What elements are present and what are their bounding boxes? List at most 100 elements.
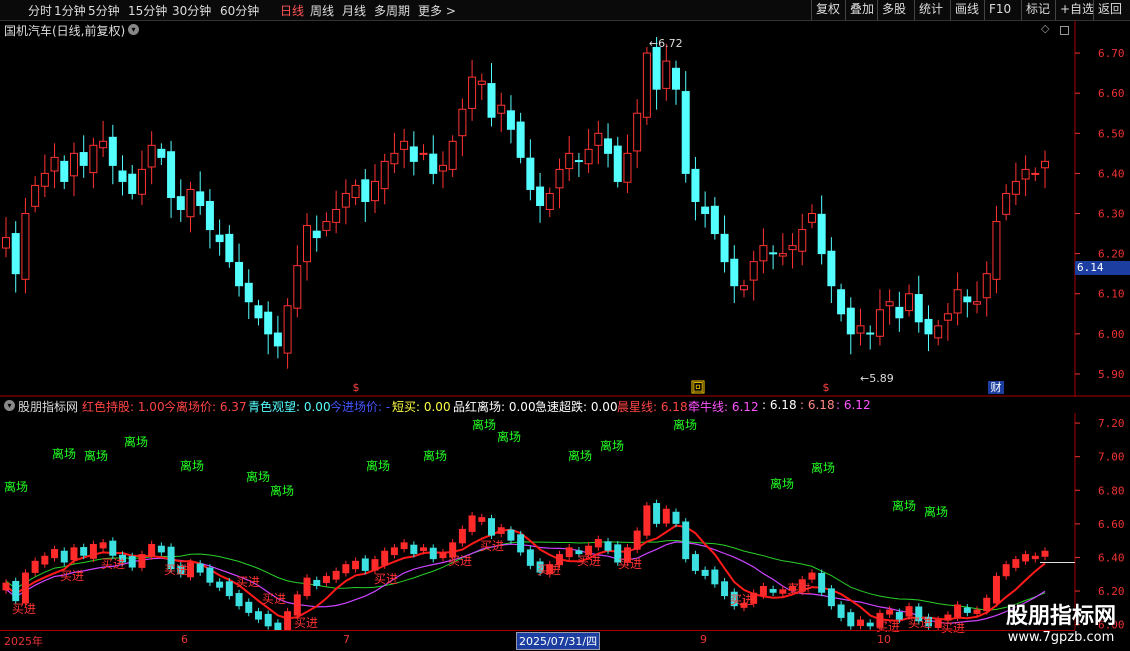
signal-buy: 买进 xyxy=(480,539,505,553)
candle-body xyxy=(371,559,379,571)
candle-body xyxy=(370,180,379,202)
signal-buy: 买进 xyxy=(236,575,261,589)
candle-body xyxy=(817,213,826,255)
candle-body xyxy=(516,121,525,158)
candle-body xyxy=(555,168,564,189)
candle-body xyxy=(623,152,632,183)
period-tab[interactable]: 分时 xyxy=(28,2,52,19)
toolbar-button[interactable]: 标记 xyxy=(1021,0,1054,20)
selected-date[interactable]: 2025/07/31/四 xyxy=(516,632,601,650)
axis-label: 6.20 xyxy=(1098,585,1125,598)
chevron-down-icon[interactable]: ▾ xyxy=(4,400,15,411)
indicator-chart[interactable]: 7.207.006.806.606.406.206.00 xyxy=(0,413,1130,630)
period-tab[interactable]: 周线 xyxy=(310,2,334,19)
signal-buy: 买进 xyxy=(787,582,812,596)
candle-body xyxy=(225,581,233,597)
signal-buy: 买进 xyxy=(164,563,189,577)
candle-body xyxy=(41,555,49,565)
toolbar-button[interactable]: 统计 xyxy=(914,0,947,20)
candle-body xyxy=(1002,192,1011,215)
candle-body xyxy=(342,564,350,574)
period-tab[interactable]: 60分钟 xyxy=(220,2,259,19)
candle-body xyxy=(380,160,389,190)
period-toolbar: 分时 1分钟 5分钟 15分钟 30分钟 60分钟 日线 周线 月线 多周期 更多 > 复权 叠加 多股… xyxy=(0,0,1130,21)
signal-leave: 离场 xyxy=(246,470,271,484)
axis-label: 7.00 xyxy=(1098,451,1125,464)
candle-body xyxy=(60,550,68,563)
period-tab[interactable]: 15分钟 xyxy=(128,2,167,19)
axis-label: 6.10 xyxy=(1098,288,1125,301)
axis-label: 6.40 xyxy=(1098,167,1125,180)
indicator-value: : 6.18 xyxy=(800,398,835,412)
period-tab[interactable]: 日线 xyxy=(280,2,304,19)
date-label: 6 xyxy=(181,633,188,646)
candle-body xyxy=(487,83,496,118)
candle-body xyxy=(1031,172,1040,175)
candle-body xyxy=(963,296,972,303)
candle-body xyxy=(50,156,59,172)
high-marker: ←6.72 xyxy=(649,37,683,50)
toolbar-button[interactable]: F10 xyxy=(984,0,1015,20)
toolbar-button[interactable]: 复权 xyxy=(811,0,844,20)
signal-leave: 离场 xyxy=(84,449,109,463)
candle-body xyxy=(1031,555,1039,560)
candle-body xyxy=(653,503,661,524)
candle-body xyxy=(604,138,613,154)
candle-body xyxy=(604,541,612,551)
candle-body xyxy=(196,563,204,573)
candle-body xyxy=(914,294,923,323)
signal-buy: 买进 xyxy=(374,572,399,586)
candle-body xyxy=(992,221,1001,280)
period-tab[interactable]: 5分钟 xyxy=(88,2,120,19)
candle-body xyxy=(710,205,719,235)
candle-body xyxy=(341,192,350,208)
indicator-value: : 6.18 xyxy=(762,398,797,412)
period-tab[interactable]: 更多 > xyxy=(418,2,456,19)
toolbar-button[interactable]: 多股 xyxy=(877,0,910,20)
toolbar-button[interactable]: +自选 xyxy=(1055,0,1098,20)
indicator-value: : 6.12 xyxy=(836,398,871,412)
candle-body xyxy=(633,112,642,152)
event-marker: $ xyxy=(353,381,360,394)
signal-buy: 买进 xyxy=(618,557,643,571)
candle-body xyxy=(283,305,292,354)
candle-body xyxy=(235,261,244,287)
candle-body xyxy=(468,515,476,532)
toolbar-button[interactable]: 画线 xyxy=(950,0,983,20)
candlestick-chart[interactable]: 6.70 6.60 6.50 6.40 6.30 6.20 6.10 6.00 5.90 ←6.7… xyxy=(0,21,1130,397)
candle-body xyxy=(1011,180,1020,195)
period-tab[interactable]: 月线 xyxy=(342,2,366,19)
date-axis: 2025年 6 7 2025/07/31/四 9 10 xyxy=(0,630,1075,651)
candle-body xyxy=(827,588,835,607)
candle-body xyxy=(477,80,486,85)
signal-buy: 买进 xyxy=(101,557,126,571)
signal-buy: 买进 xyxy=(294,616,319,630)
period-tab[interactable]: 1分钟 xyxy=(54,2,86,19)
low-marker: ←5.89 xyxy=(860,372,894,385)
candle-body xyxy=(536,186,545,206)
candle-body xyxy=(779,589,787,594)
signal-leave: 离场 xyxy=(568,449,593,463)
period-tab[interactable]: 多周期 xyxy=(374,2,410,19)
candle-body xyxy=(526,549,534,566)
candle-body xyxy=(79,152,88,166)
candle-body xyxy=(138,554,146,568)
candle-body xyxy=(497,104,506,114)
candle-body xyxy=(400,140,409,150)
candle-body xyxy=(274,622,282,630)
candle-body xyxy=(672,67,681,90)
candle-body xyxy=(1012,559,1020,568)
period-tab[interactable]: 30分钟 xyxy=(172,2,211,19)
candle-body xyxy=(89,144,98,174)
signal-leave: 离场 xyxy=(892,499,917,513)
candle-body xyxy=(12,580,20,602)
candle-body xyxy=(905,293,914,312)
candle-body xyxy=(497,527,505,534)
candle-body xyxy=(293,594,301,616)
toolbar-button[interactable]: 返回 xyxy=(1093,0,1126,20)
candle-body xyxy=(739,285,748,291)
signal-buy: 买进 xyxy=(448,554,473,568)
signal-leave: 离场 xyxy=(366,459,391,473)
toolbar-button[interactable]: 叠加 xyxy=(845,0,878,20)
candle-body xyxy=(954,604,962,618)
